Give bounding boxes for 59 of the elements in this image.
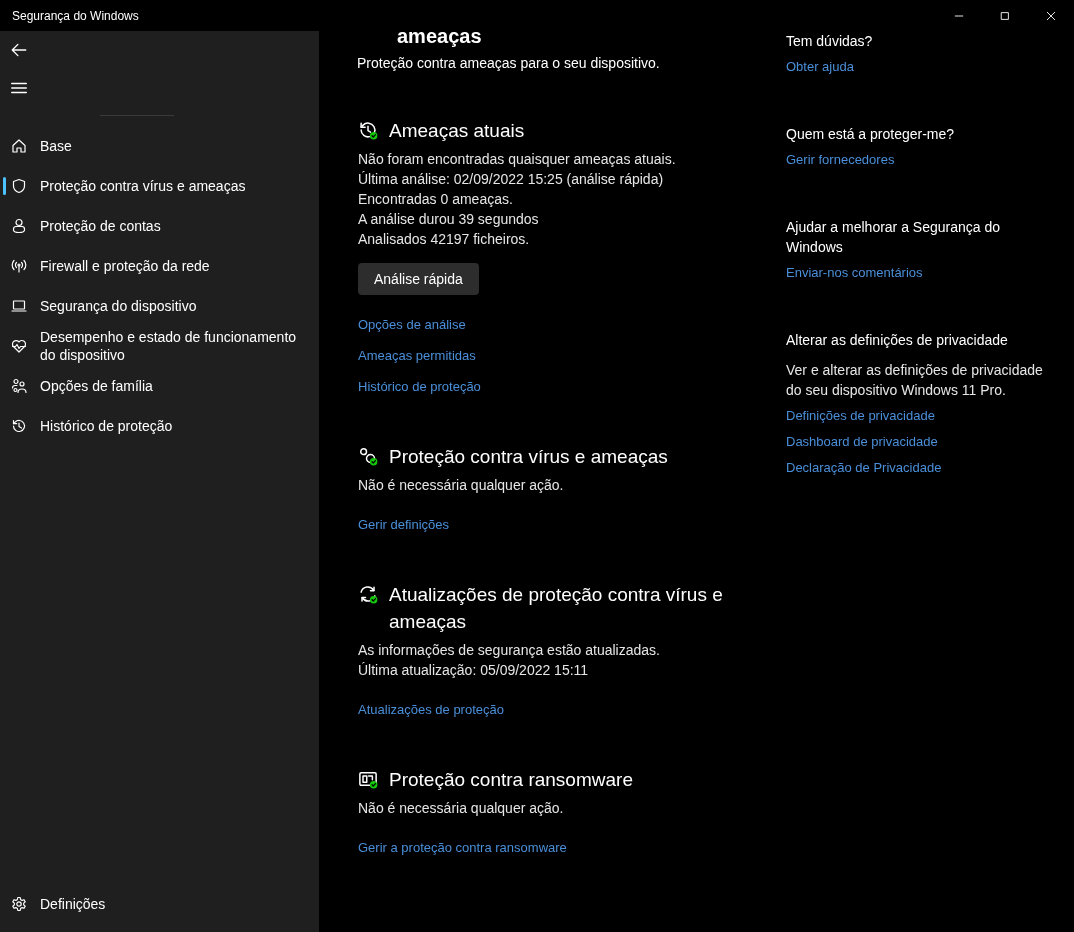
link[interactable]: Atualizações de proteção [358, 700, 504, 720]
link[interactable]: Histórico de proteção [358, 377, 481, 397]
page-title: ameaças [396, 31, 483, 47]
status-text: Não foram encontradas quaisquer ameaças atuais. [358, 150, 677, 169]
gears-check-icon [358, 446, 378, 466]
section-heading: Alterar as definições de privacidade [786, 331, 1009, 350]
status-text: Encontradas 0 ameaças. [358, 190, 514, 209]
status-text: Não é necessária qualquer ação. [358, 476, 565, 495]
section-title: Ameaças atuais [389, 119, 525, 143]
sidebar-item[interactable]: Base [0, 126, 319, 166]
laptop-icon [11, 298, 27, 314]
settings-item[interactable]: Definições [0, 884, 319, 924]
clock-check-icon [358, 120, 378, 140]
description-text: Ver e alterar as definições de privacidade do seu dispositivo Windows 11 Pro. [786, 361, 1044, 400]
home-icon [11, 138, 27, 154]
quick-scan-button[interactable]: Análise rápida [358, 263, 479, 295]
section-title: Proteção contra ransomware [389, 768, 633, 792]
status-text: A análise durou 39 segundos [358, 210, 540, 229]
status-text: Última análise: 02/09/2022 15:25 (análise rápida) [358, 170, 665, 189]
status-text: As informações de segurança estão atualizadas. [358, 641, 661, 660]
sidebar-item[interactable]: Proteção de contas [0, 206, 319, 246]
family-icon [11, 378, 27, 394]
link[interactable]: Enviar-nos comentários [786, 263, 923, 283]
section-title: Proteção contra vírus e ameaças [389, 445, 668, 469]
link[interactable]: Obter ajuda [786, 57, 854, 77]
link[interactable]: Dashboard de privacidade [786, 432, 938, 452]
back-arrow-icon[interactable] [10, 41, 28, 59]
antenna-icon [11, 258, 27, 274]
sidebar-item[interactable]: Opções de família [0, 366, 319, 406]
window-title: Segurança do Windows [11, 8, 140, 23]
link[interactable]: Definições de privacidade [786, 406, 935, 426]
sidebar-item[interactable]: Proteção contra vírus e ameaças [0, 166, 319, 206]
sidebar-item[interactable]: Desempenho e estado de funcionamento do dispositivo [0, 326, 319, 366]
section-title: Atualizações de proteção contra vírus e ameaças [389, 583, 724, 634]
section-heading: Ajudar a melhorar a Segurança do Windows [786, 218, 1002, 257]
link[interactable]: Gerir definições [358, 515, 450, 535]
page-description: Proteção contra ameaças para o seu dispositivo. [357, 55, 661, 71]
link[interactable]: Ameaças permitidas [358, 346, 476, 366]
link[interactable]: Declaração de Privacidade [786, 458, 942, 478]
shield-icon [11, 178, 27, 194]
person-icon [11, 218, 27, 234]
section-heading: Quem está a proteger-me? [786, 125, 956, 144]
status-text: Analisados 42197 ficheiros. [358, 230, 531, 249]
sidebar-item[interactable]: Histórico de proteção [0, 406, 319, 446]
refresh-check-icon [358, 584, 378, 604]
sidebar-item[interactable]: Segurança do dispositivo [0, 286, 319, 326]
maximize-icon[interactable] [999, 9, 1011, 22]
link[interactable]: Gerir a proteção contra ransomware [358, 838, 567, 858]
link[interactable]: Gerir fornecedores [786, 150, 895, 170]
status-text: Não é necessária qualquer ação. [358, 799, 565, 818]
section-heading: Tem dúvidas? [786, 32, 874, 51]
link[interactable]: Opções de análise [358, 315, 466, 335]
history-icon [11, 418, 27, 434]
heart-pulse-icon [11, 338, 27, 354]
status-text: Última atualização: 05/09/2022 15:11 [358, 661, 590, 680]
ransomware-check-icon [358, 769, 378, 789]
sidebar-item[interactable]: Firewall e proteção da rede [0, 246, 319, 286]
gear-icon [11, 896, 27, 912]
close-icon[interactable] [1045, 9, 1057, 22]
